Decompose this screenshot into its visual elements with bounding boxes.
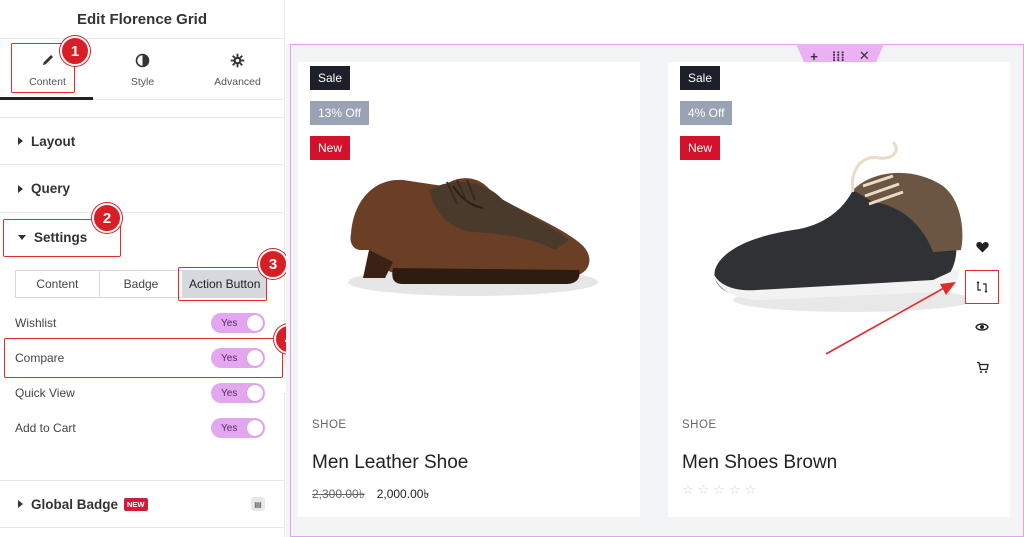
tab-label: Style [130, 76, 155, 88]
setting-wishlist: Wishlist Yes [15, 312, 265, 334]
preview-canvas: + ⁞⁞⁞ ✕ Sale 13% Off New SHOE Men Leathe… [286, 0, 1024, 537]
contrast-icon [135, 50, 150, 70]
toggle-value: Yes [221, 317, 238, 329]
setting-add-to-cart: Add to Cart Yes [15, 417, 265, 439]
cart-icon [976, 361, 989, 373]
action-buttons [965, 230, 999, 390]
discount-badge: 4% Off [680, 101, 733, 125]
add-to-cart-toggle[interactable]: Yes [211, 418, 265, 438]
product-price: 2,300.00৳ 2,000.00৳ [312, 486, 429, 506]
caret-right-icon [18, 137, 23, 145]
product-image[interactable] [333, 142, 603, 322]
tab-advanced[interactable]: Advanced [190, 39, 285, 99]
section-label: Layout [31, 133, 76, 149]
callout-box-3 [178, 267, 267, 301]
section-global-badge[interactable]: Global Badge NEW ▤ [0, 480, 285, 528]
toggle-knob [247, 315, 263, 331]
quick-view-button[interactable] [965, 310, 999, 344]
subtab-badge[interactable]: Badge [100, 271, 184, 297]
toggle-knob [247, 385, 263, 401]
add-to-cart-button[interactable] [965, 350, 999, 384]
canvas-top-strip [286, 0, 1024, 44]
heart-icon [975, 242, 989, 253]
sale-badge: Sale [310, 66, 351, 90]
compare-button[interactable] [965, 270, 999, 304]
tab-label: Advanced [214, 76, 261, 88]
product-category: SHOE [682, 419, 717, 431]
old-price: 2,300.00৳ [312, 487, 365, 501]
wishlist-toggle[interactable]: Yes [211, 313, 265, 333]
callout-number-2: 2 [92, 203, 122, 233]
toggle-value: Yes [221, 422, 238, 434]
subtab-content[interactable]: Content [16, 271, 100, 297]
eye-icon [975, 323, 989, 331]
setting-label: Quick View [15, 386, 75, 400]
callout-box-4 [4, 338, 283, 378]
wishlist-button[interactable] [965, 230, 999, 264]
caret-right-icon [18, 500, 23, 508]
quick-view-toggle[interactable]: Yes [211, 383, 265, 403]
pro-icon: ▤ [251, 497, 265, 511]
gear-icon [230, 50, 245, 70]
section-label: Global Badge [31, 496, 119, 512]
compare-icon [976, 281, 988, 293]
setting-quick-view: Quick View Yes [15, 382, 265, 404]
setting-label: Add to Cart [15, 421, 76, 435]
product-card[interactable]: Sale 13% Off New SHOE Men Leather Shoe 2… [298, 62, 640, 517]
toggle-value: Yes [221, 387, 238, 399]
rating-stars: ☆☆☆☆☆ [682, 482, 761, 497]
annotation-arrow [825, 282, 956, 355]
callout-number-3: 3 [258, 249, 288, 279]
callout-number-1: 1 [60, 36, 90, 66]
panel-title: Edit Florence Grid [76, 10, 208, 28]
caret-right-icon [18, 184, 23, 193]
new-badge: NEW [124, 497, 148, 511]
setting-label: Wishlist [15, 316, 57, 330]
product-title[interactable]: Men Shoes Brown [682, 452, 837, 474]
toggle-knob [247, 420, 263, 436]
discount-badge: 13% Off [310, 101, 370, 125]
product-title[interactable]: Men Leather Shoe [312, 452, 468, 474]
section-query[interactable]: Query [0, 165, 285, 213]
section-label: Query [31, 181, 71, 196]
sale-badge: Sale [680, 66, 721, 90]
product-category: SHOE [312, 419, 347, 431]
current-price: 2,000.00৳ [376, 487, 430, 501]
section-layout[interactable]: Layout [0, 117, 285, 165]
tab-style[interactable]: Style [95, 39, 190, 99]
